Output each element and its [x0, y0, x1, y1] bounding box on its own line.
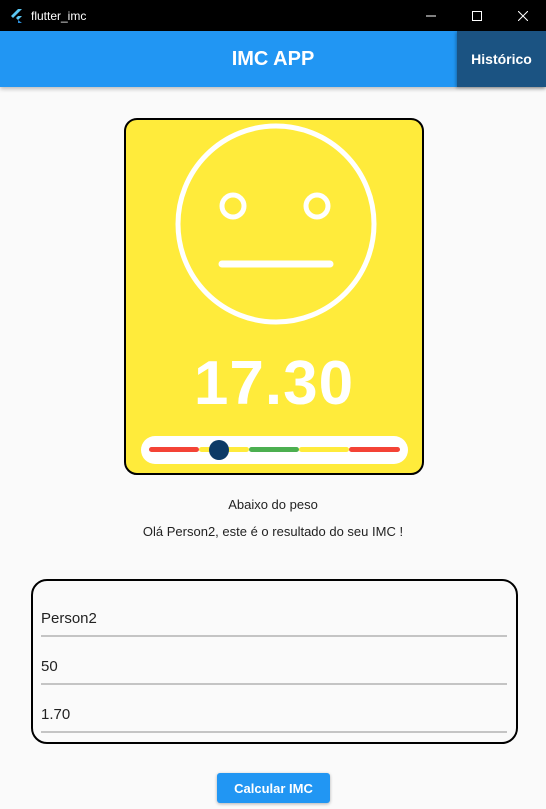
gauge-thumb	[209, 440, 230, 460]
gauge-segment-obese	[349, 447, 400, 452]
imc-gauge	[141, 436, 408, 464]
gauge-segment-underweight-severe	[149, 447, 199, 452]
gauge-segment-overweight	[299, 447, 349, 452]
weight-field-container	[41, 641, 507, 685]
name-field[interactable]	[41, 610, 507, 627]
minimize-icon	[426, 15, 436, 16]
name-field-container	[41, 593, 507, 637]
maximize-icon	[472, 10, 482, 21]
weight-field[interactable]	[41, 658, 507, 675]
imc-form	[31, 579, 518, 744]
maximize-button[interactable]	[454, 0, 500, 31]
history-button[interactable]: Histórico	[457, 31, 546, 87]
height-field-container	[41, 689, 507, 733]
imc-value: 17.30	[193, 349, 355, 418]
window-title: flutter_imc	[31, 8, 87, 23]
close-button[interactable]	[500, 0, 546, 31]
gauge-segment-normal	[249, 447, 299, 452]
height-field[interactable]	[41, 706, 507, 723]
flutter-logo-icon	[11, 8, 22, 23]
window-titlebar: flutter_imc	[0, 0, 546, 31]
app-bar: IMC APP Histórico	[0, 31, 546, 87]
imc-result-card: 17.30	[124, 118, 424, 475]
neutral-face-icon	[175, 123, 377, 325]
calculate-imc-button[interactable]: Calcular IMC	[217, 773, 330, 803]
imc-status-label: Abaixo do peso	[228, 497, 318, 512]
imc-result-message: Olá Person2, este é o resultado do seu I…	[142, 524, 404, 539]
close-icon	[518, 10, 528, 21]
minimize-button[interactable]	[408, 0, 454, 31]
